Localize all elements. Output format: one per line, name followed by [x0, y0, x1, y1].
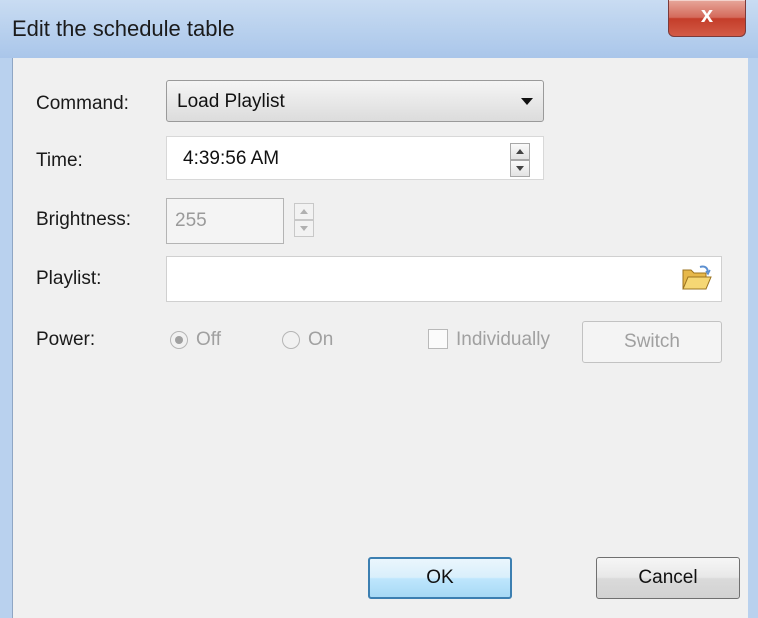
- time-label: Time:: [36, 150, 83, 171]
- brightness-increment-button[interactable]: [294, 203, 314, 220]
- brightness-label: Brightness:: [36, 209, 132, 230]
- close-button[interactable]: x: [668, 0, 746, 37]
- brightness-value: 255: [175, 210, 207, 231]
- individually-label: Individually: [456, 329, 550, 350]
- chevron-down-icon: [521, 98, 533, 105]
- brightness-input[interactable]: 255: [166, 198, 284, 244]
- playlist-label: Playlist:: [36, 268, 102, 289]
- command-value: Load Playlist: [177, 91, 285, 112]
- brightness-decrement-button[interactable]: [294, 220, 314, 237]
- dialog-window: Edit the schedule table x Command: Load …: [0, 0, 758, 618]
- command-dropdown[interactable]: Load Playlist: [166, 80, 544, 122]
- power-off-radio[interactable]: [170, 331, 188, 349]
- title-bar[interactable]: Edit the schedule table x: [0, 0, 758, 58]
- cancel-button[interactable]: Cancel: [596, 557, 740, 599]
- power-on-radio[interactable]: [282, 331, 300, 349]
- power-on-label: On: [308, 329, 334, 350]
- time-input[interactable]: 4:39:56 AM: [166, 136, 544, 180]
- time-increment-button[interactable]: [510, 143, 530, 160]
- brightness-spinner: [294, 203, 316, 237]
- close-icon: x: [700, 2, 714, 27]
- power-label: Power:: [36, 329, 96, 350]
- time-spinner: [510, 143, 532, 177]
- power-off-label: Off: [196, 329, 221, 350]
- window-title: Edit the schedule table: [12, 16, 235, 41]
- switch-button[interactable]: Switch: [582, 321, 722, 363]
- window-frame-right: [747, 58, 758, 618]
- time-decrement-button[interactable]: [510, 160, 530, 177]
- command-label: Command:: [36, 93, 129, 114]
- playlist-input[interactable]: [166, 256, 722, 302]
- window-frame-left: [0, 58, 12, 618]
- ok-button[interactable]: OK: [368, 557, 512, 599]
- individually-checkbox[interactable]: [428, 329, 448, 349]
- folder-open-icon[interactable]: [680, 262, 712, 294]
- time-value: 4:39:56 AM: [183, 148, 280, 169]
